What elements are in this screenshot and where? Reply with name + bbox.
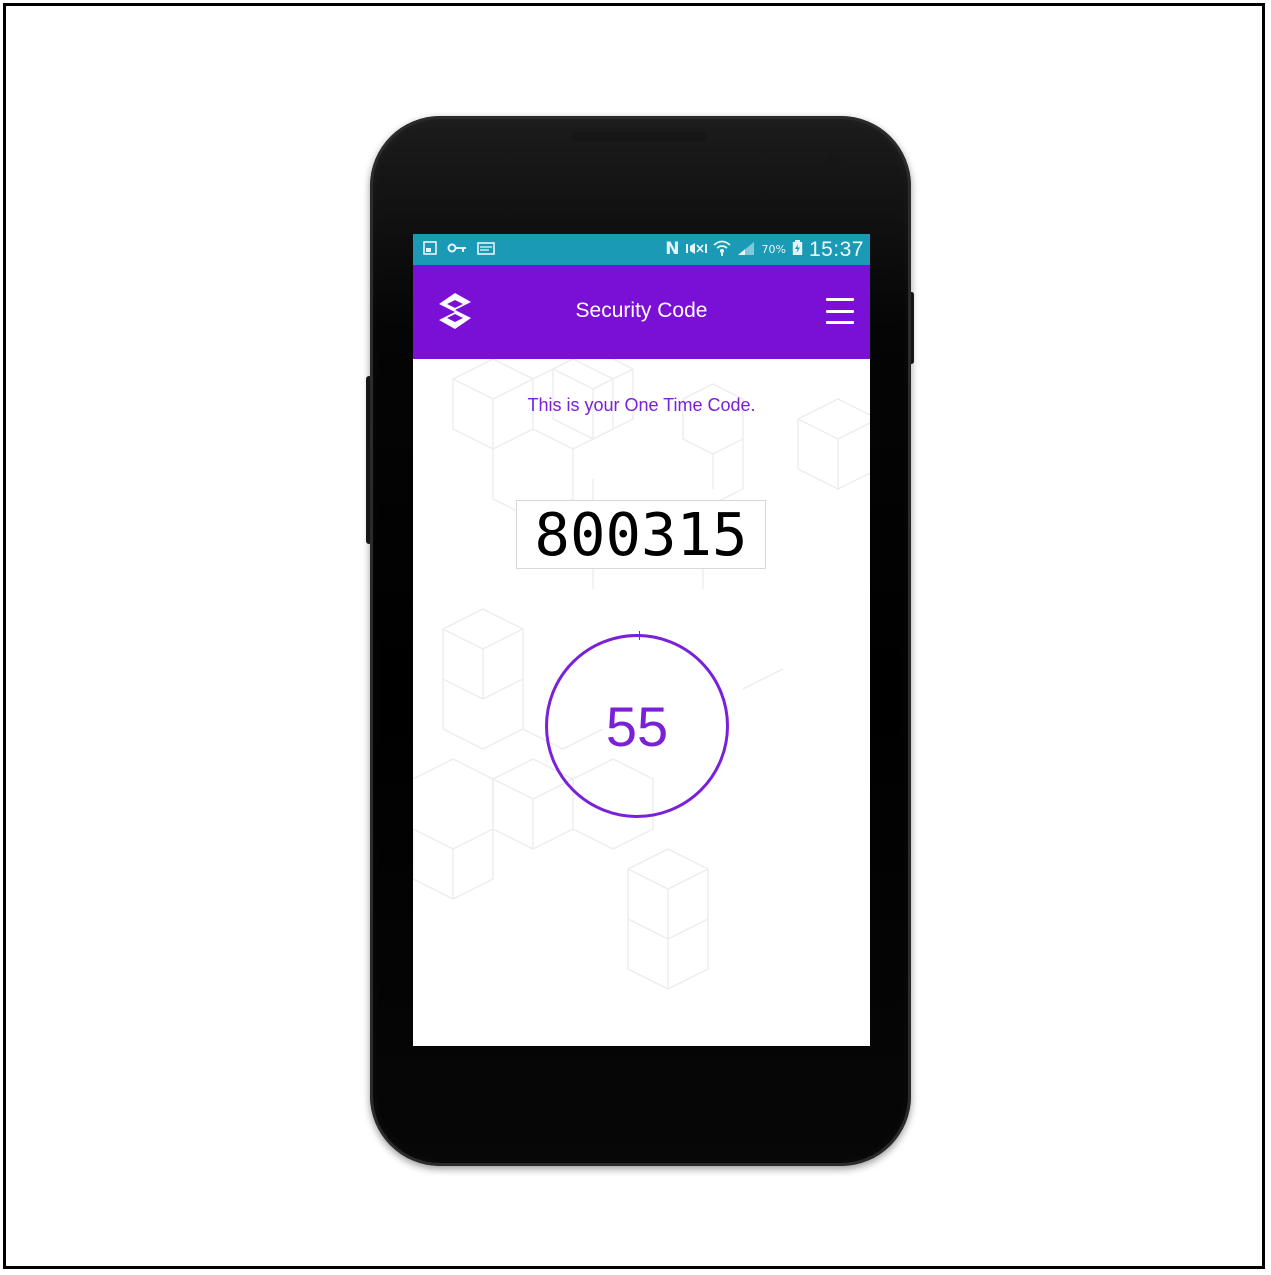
status-bar: N 70% 15:37 (413, 234, 870, 265)
battery-percentage: 70% (761, 243, 786, 256)
otp-content: This is your One Time Code. 800315 55 (413, 359, 870, 1046)
status-clock: 15:37 (808, 237, 864, 261)
mail-icon (477, 241, 495, 258)
menu-icon[interactable] (826, 298, 854, 324)
screenshot-icon (423, 241, 437, 258)
vpn-key-icon (447, 242, 467, 257)
countdown-seconds: 55 (605, 694, 669, 758)
mute-icon (685, 241, 708, 259)
otp-code: 800315 (516, 500, 766, 569)
battery-icon (792, 240, 803, 259)
countdown-timer: 55 (545, 631, 729, 818)
nfc-icon: N (665, 239, 680, 259)
phone-speaker (571, 132, 707, 141)
timer-tick (639, 631, 640, 640)
phone-screen: N 70% 15:37 Security Code This is your O… (413, 234, 870, 1046)
app-bar: Security Code (413, 265, 870, 359)
wifi-icon (713, 240, 732, 259)
app-title: Security Code (575, 299, 708, 322)
phone-camera (825, 154, 841, 170)
signal-icon (737, 241, 755, 259)
otp-message: This is your One Time Code. (527, 395, 756, 415)
